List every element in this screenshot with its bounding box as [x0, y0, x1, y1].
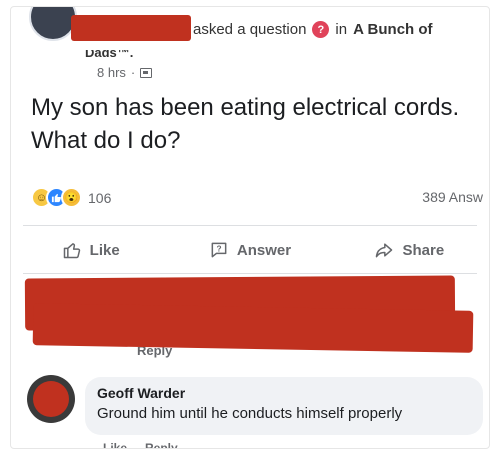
share-icon	[376, 243, 393, 258]
post-meta: 8 hrs ·	[97, 65, 153, 80]
wow-reaction-icon: 😮	[61, 187, 82, 208]
share-button[interactable]: Share	[330, 227, 489, 273]
redacted-poster-name	[71, 15, 191, 41]
reactions-summary[interactable]: ☺ 😮 106	[31, 187, 111, 208]
divider	[23, 273, 477, 274]
in-label: in	[335, 21, 348, 38]
svg-text:?: ?	[216, 244, 221, 254]
post-time[interactable]: 8 hrs	[97, 65, 126, 80]
thumbs-up-icon	[63, 243, 80, 259]
group-name-continuation[interactable]: Dads™.	[85, 50, 133, 60]
share-label: Share	[402, 241, 445, 259]
post-card: asked a question ? in A Bunch of Dads™. …	[10, 6, 490, 449]
comment-like-button[interactable]: Like	[103, 441, 127, 448]
post-header: asked a question ? in A Bunch of	[193, 21, 433, 38]
comment-author[interactable]: Geoff Warder	[97, 385, 471, 401]
comment-actions: Like Reply	[103, 441, 178, 448]
group-name-link[interactable]: A Bunch of	[353, 21, 432, 38]
commenter-avatar[interactable]	[27, 375, 75, 423]
like-button[interactable]: Like	[11, 227, 170, 273]
comment-bubble: Geoff Warder Ground him until he conduct…	[85, 377, 483, 435]
divider	[23, 225, 477, 226]
question-text: My son has been eating electrical cords.…	[31, 94, 460, 154]
answer-button[interactable]: ? Answer	[170, 227, 329, 273]
reaction-count: 106	[88, 189, 112, 206]
header-action-text: asked a question	[193, 21, 307, 38]
comment-text: Ground him until he conducts himself pro…	[97, 405, 403, 422]
answer-icon: ?	[211, 242, 227, 258]
redacted-comment	[32, 303, 474, 353]
poster-avatar[interactable]	[29, 7, 77, 41]
answers-count[interactable]: 389 Answ	[422, 189, 483, 205]
post-actions: Like ? Answer Share	[11, 227, 489, 273]
answer-label: Answer	[236, 241, 292, 259]
meta-separator: ·	[130, 65, 136, 80]
comment-reply-button[interactable]: Reply	[145, 441, 178, 448]
like-label: Like	[89, 241, 120, 259]
group-privacy-icon	[140, 67, 153, 78]
question-icon: ?	[312, 21, 330, 38]
